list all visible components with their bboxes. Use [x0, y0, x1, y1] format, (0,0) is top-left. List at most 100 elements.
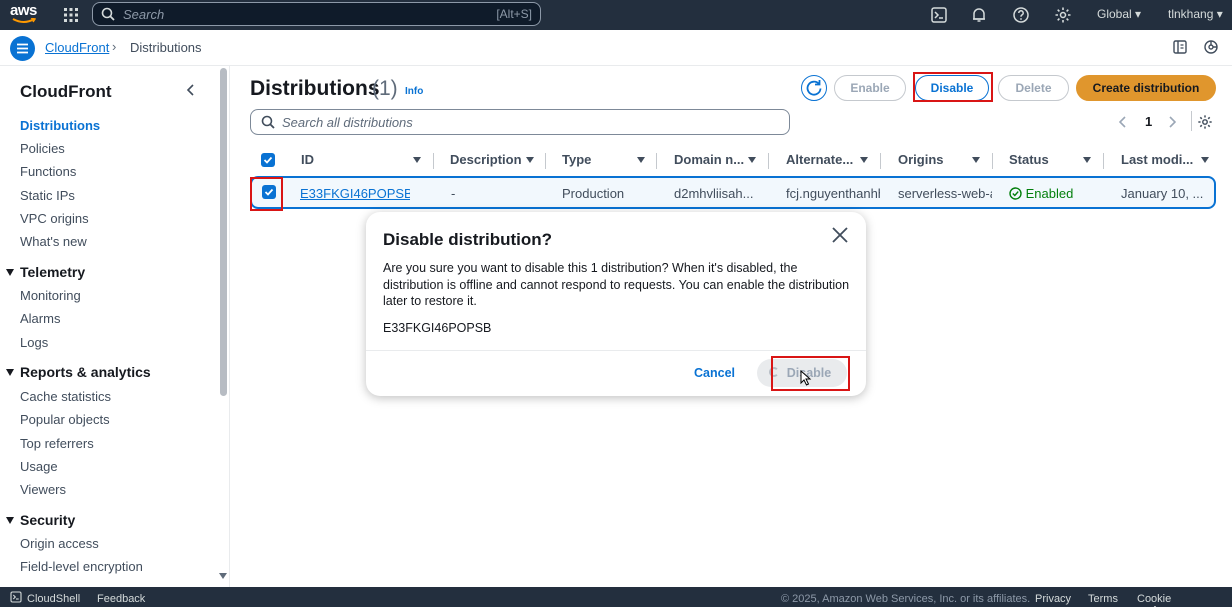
refresh-button[interactable]: [801, 75, 827, 101]
column-header-id[interactable]: ID: [301, 152, 411, 167]
info-panel-icon[interactable]: [1172, 39, 1188, 55]
distribution-id-link[interactable]: E33FKGI46POPSB: [300, 186, 410, 201]
enable-button[interactable]: Enable: [834, 75, 906, 101]
checkmark-icon: [263, 156, 273, 164]
sort-caret-icon[interactable]: [526, 157, 534, 163]
side-navigation: CloudFront Distributions Policies Functi…: [0, 66, 230, 587]
footer-cloudshell-link[interactable]: CloudShell: [27, 593, 80, 605]
sort-caret-icon[interactable]: [637, 157, 645, 163]
create-distribution-button[interactable]: Create distribution: [1076, 75, 1216, 101]
sidebar-item-usage[interactable]: Usage: [20, 459, 58, 474]
column-header-type[interactable]: Type: [562, 152, 632, 167]
search-icon: [101, 7, 115, 21]
sidebar-item-static-ips[interactable]: Static IPs: [20, 188, 75, 203]
caret-down-icon: [6, 517, 14, 524]
footer-copyright: © 2025, Amazon Web Services, Inc. or its…: [781, 593, 1031, 605]
sidebar-section-security[interactable]: Security: [6, 512, 75, 528]
user-label: tlnkhang: [1168, 7, 1214, 21]
sidebar-item-field-level-encryption[interactable]: Field-level encryption: [20, 559, 143, 574]
delete-button[interactable]: Delete: [998, 75, 1069, 101]
collapse-sidebar-icon[interactable]: [186, 84, 196, 96]
footer-terms-link[interactable]: Terms: [1088, 593, 1118, 605]
modal-footer-divider: [366, 350, 866, 351]
column-header-origins[interactable]: Origins: [898, 152, 968, 167]
sort-caret-icon[interactable]: [748, 157, 756, 163]
close-icon[interactable]: [831, 226, 849, 244]
search-placeholder: Search: [123, 7, 165, 22]
region-selector[interactable]: Global ▾: [1097, 7, 1141, 21]
footer-feedback-link[interactable]: Feedback: [97, 593, 145, 605]
sidebar-section-reports[interactable]: Reports & analytics: [6, 364, 151, 380]
notifications-bell-icon[interactable]: [970, 6, 988, 24]
info-link[interactable]: Info: [405, 86, 423, 97]
sidebar-item-top-referrers[interactable]: Top referrers: [20, 436, 94, 451]
account-menu[interactable]: tlnkhang ▾: [1168, 7, 1223, 21]
previous-page-icon[interactable]: [1119, 116, 1127, 128]
sidebar-item-popular-objects[interactable]: Popular objects: [20, 412, 110, 427]
current-page-number[interactable]: 1: [1145, 114, 1152, 129]
section-label: Reports & analytics: [20, 364, 151, 380]
services-grid-icon[interactable]: [62, 6, 80, 24]
sidebar-item-monitoring[interactable]: Monitoring: [20, 288, 81, 303]
mouse-cursor-icon: [800, 370, 812, 386]
sidebar-item-origin-access[interactable]: Origin access: [20, 536, 99, 551]
sort-caret-icon[interactable]: [1201, 157, 1209, 163]
sort-caret-icon[interactable]: [972, 157, 980, 163]
sidebar-item-whats-new[interactable]: What's new: [20, 234, 87, 249]
footer-privacy-link[interactable]: Privacy: [1035, 593, 1071, 605]
column-divider[interactable]: [992, 153, 993, 169]
distribution-count: (1): [372, 77, 398, 100]
next-page-icon[interactable]: [1168, 116, 1176, 128]
global-search-input[interactable]: Search [Alt+S]: [92, 2, 541, 26]
pager-divider: [1191, 111, 1192, 131]
sidebar-item-vpc-origins[interactable]: VPC origins: [20, 211, 89, 226]
sidebar-title[interactable]: CloudFront: [20, 82, 112, 102]
scroll-down-icon[interactable]: [219, 573, 227, 579]
breadcrumb-bar: CloudFront › Distributions: [0, 30, 1232, 66]
table-row[interactable]: E33FKGI46POPSB - Production d2mhvliisah.…: [250, 176, 1216, 209]
footer-cookie-preferences-link[interactable]: Cookie preferences: [1137, 593, 1232, 607]
column-divider[interactable]: [1103, 153, 1104, 169]
help-icon[interactable]: [1012, 6, 1030, 24]
column-divider[interactable]: [545, 153, 546, 169]
cell-origins: serverless-web-ap: [898, 186, 992, 201]
column-header-alternate[interactable]: Alternate...: [786, 152, 854, 167]
column-divider[interactable]: [656, 153, 657, 169]
sort-caret-icon[interactable]: [1083, 157, 1091, 163]
sidebar-item-distributions[interactable]: Distributions: [20, 118, 100, 133]
column-divider[interactable]: [880, 153, 881, 169]
sidebar-item-functions[interactable]: Functions: [20, 164, 76, 179]
sort-caret-icon[interactable]: [860, 157, 868, 163]
sidebar-item-logs[interactable]: Logs: [20, 335, 48, 350]
column-header-last-modified[interactable]: Last modi...: [1121, 152, 1201, 167]
tools-panel-icon[interactable]: [1203, 39, 1219, 55]
sidebar-item-viewers[interactable]: Viewers: [20, 482, 66, 497]
cloudshell-icon[interactable]: [930, 6, 948, 24]
breadcrumb-chevron-icon: ›: [112, 39, 117, 54]
sort-caret-icon[interactable]: [413, 157, 421, 163]
breadcrumb-current: Distributions: [130, 40, 202, 55]
cloudshell-icon[interactable]: [10, 591, 22, 603]
sidebar-item-alarms[interactable]: Alarms: [20, 311, 60, 326]
table-preferences-gear-icon[interactable]: [1197, 114, 1213, 130]
settings-gear-icon[interactable]: [1054, 6, 1072, 24]
column-header-domain[interactable]: Domain n...: [674, 152, 744, 167]
column-header-status[interactable]: Status: [1009, 152, 1079, 167]
distribution-search-input[interactable]: Search all distributions: [250, 109, 790, 135]
section-label: Telemetry: [20, 264, 86, 280]
sidebar-item-policies[interactable]: Policies: [20, 141, 65, 156]
side-nav-toggle-button[interactable]: [10, 36, 35, 61]
search-placeholder: Search all distributions: [282, 115, 413, 130]
sidebar-item-cache-statistics[interactable]: Cache statistics: [20, 389, 111, 404]
sidebar-section-telemetry[interactable]: Telemetry: [6, 264, 85, 280]
disable-distribution-modal: Disable distribution? Are you sure you w…: [366, 212, 866, 396]
modal-message: Are you sure you want to disable this 1 …: [383, 261, 850, 308]
sidebar-scrollbar-thumb[interactable]: [220, 68, 227, 396]
column-divider[interactable]: [433, 153, 434, 169]
select-all-checkbox[interactable]: [261, 153, 275, 167]
column-header-description[interactable]: Description: [450, 152, 526, 167]
column-divider[interactable]: [768, 153, 769, 169]
aws-logo[interactable]: aws: [10, 3, 40, 25]
breadcrumb-cloudfront-link[interactable]: CloudFront: [45, 40, 109, 55]
cancel-button[interactable]: Cancel: [694, 366, 735, 380]
